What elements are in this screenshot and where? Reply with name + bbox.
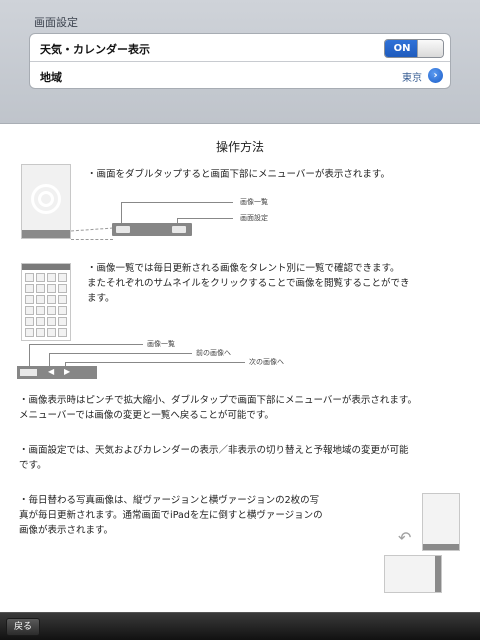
paragraph-image-view-2: メニューバーでは画像の変更と一覧へ戻ることが可能です。: [19, 410, 274, 421]
leader-line: [29, 344, 30, 366]
leader-line: [49, 353, 50, 366]
settings-group: 天気・カレンダー表示 ON 地域 東京 ›: [29, 33, 451, 89]
leader-line: [65, 362, 245, 363]
grid-illustration: [21, 263, 71, 341]
thumbnail-cell: [25, 306, 34, 315]
leader-line: [177, 218, 233, 219]
label-image-list: 画像一覧: [240, 198, 268, 206]
thumbnail-cell: [58, 273, 67, 282]
list-button-illustration: [20, 369, 37, 376]
triangle-right-icon: ▶: [64, 367, 71, 376]
paragraph-photo-3: 画像が表示されます。: [19, 525, 114, 536]
thumbnail-cell: [47, 328, 56, 337]
leader-line: [29, 344, 143, 345]
bottom-toolbar: 戻る: [0, 612, 480, 640]
rotate-arrow-icon: ↶: [398, 528, 412, 547]
thumbnail-cell: [25, 284, 34, 293]
thumbnail-cell: [58, 295, 67, 304]
grid-header-bar: [22, 264, 70, 270]
region-row[interactable]: 地域 東京 ›: [30, 62, 450, 88]
thumbnail-cell: [47, 295, 56, 304]
thumbnail-cell: [47, 317, 56, 326]
weather-calendar-row: 天気・カレンダー表示 ON: [30, 34, 450, 62]
paragraph-photo-2: 真が毎日更新されます。通常画面でiPadを左に倒すと横ヴァージョンの: [19, 510, 323, 521]
thumbnail-cell: [36, 273, 45, 282]
weather-calendar-label: 天気・カレンダー表示: [40, 43, 150, 56]
zoom-dash-bottom: [71, 239, 113, 240]
thumbnail-cell: [36, 306, 45, 315]
screen-illustration: [21, 164, 71, 239]
menu-bar-illustration: [22, 230, 70, 238]
thumbnail-cell: [47, 284, 56, 293]
region-label: 地域: [40, 71, 62, 84]
landscape-bar: [435, 556, 441, 592]
paragraph-image-list-3: ます。: [87, 293, 115, 304]
paragraph-settings-1: ・画面設定では、天気およびカレンダーの表示／非表示の切り替えと予報地域の変更が可…: [19, 445, 409, 456]
toggle-knob: [417, 40, 443, 57]
thumbnail-cell: [25, 295, 34, 304]
portrait-bar: [423, 544, 459, 550]
thumbnail-cell: [47, 306, 56, 315]
thumbnail-cell: [36, 295, 45, 304]
paragraph-settings-2: です。: [19, 460, 47, 471]
thumbnail-cell: [36, 284, 45, 293]
paragraph-double-tap: ・画面をダブルタップすると画面下部にメニューバーが表示されます。: [87, 169, 390, 180]
landscape-illustration: [384, 555, 442, 593]
thumbnail-cell: [25, 273, 34, 282]
label-next-image: 次の画像へ: [249, 358, 284, 366]
settings-panel: 画面設定 天気・カレンダー表示 ON 地域 東京 ›: [0, 0, 480, 124]
thumbnail-cell: [58, 306, 67, 315]
paragraph-image-view-1: ・画像表示時はピンチで拡大縮小、ダブルタップで画面下部にメニューバーが表示されま…: [19, 395, 417, 406]
instructions-title: 操作方法: [215, 140, 264, 154]
paragraph-image-list-1: ・画像一覧では毎日更新される画像をタレント別に一覧で確認できます。: [87, 263, 400, 274]
thumbnail-cell: [36, 328, 45, 337]
thumbnail-cell: [58, 284, 67, 293]
circle-inner: [38, 191, 54, 207]
thumbnail-cell: [25, 328, 34, 337]
back-button[interactable]: 戻る: [6, 618, 41, 636]
paragraph-photo-1: ・毎日替わる写真画像は、縦ヴァージョンと横ヴァージョンの2枚の写: [19, 495, 320, 506]
thumbnail-grid: [25, 273, 67, 337]
section-title: 画面設定: [34, 16, 78, 29]
label-image-list-2: 画像一覧: [147, 340, 175, 348]
label-screen-settings: 画面設定: [240, 214, 268, 222]
region-value: 東京: [402, 73, 422, 84]
label-prev-image: 前の画像へ: [196, 349, 231, 357]
chevron-right-circle-icon[interactable]: ›: [428, 68, 443, 83]
menu-bar-zoom-illustration: [112, 223, 192, 236]
leader-line: [49, 353, 192, 354]
toggle-on-label: ON: [385, 40, 419, 57]
thumbnail-cell: [36, 317, 45, 326]
weather-calendar-toggle[interactable]: ON: [384, 39, 444, 58]
zoom-dash-top: [71, 227, 113, 232]
triangle-left-icon: ◀: [48, 367, 55, 376]
thumbnail-cell: [58, 328, 67, 337]
menu-list-button-illustration: [116, 226, 130, 233]
thumbnail-cell: [58, 317, 67, 326]
paragraph-image-list-2: またそれぞれのサムネイルをクリックすることで画像を閲覧することができ: [87, 278, 410, 289]
portrait-illustration: [422, 493, 460, 551]
thumbnail-cell: [47, 273, 56, 282]
leader-line: [121, 202, 122, 223]
thumbnail-cell: [25, 317, 34, 326]
viewer-menu-bar-illustration: ◀ ▶: [17, 366, 97, 379]
leader-line: [121, 202, 233, 203]
menu-settings-button-illustration: [172, 226, 186, 233]
